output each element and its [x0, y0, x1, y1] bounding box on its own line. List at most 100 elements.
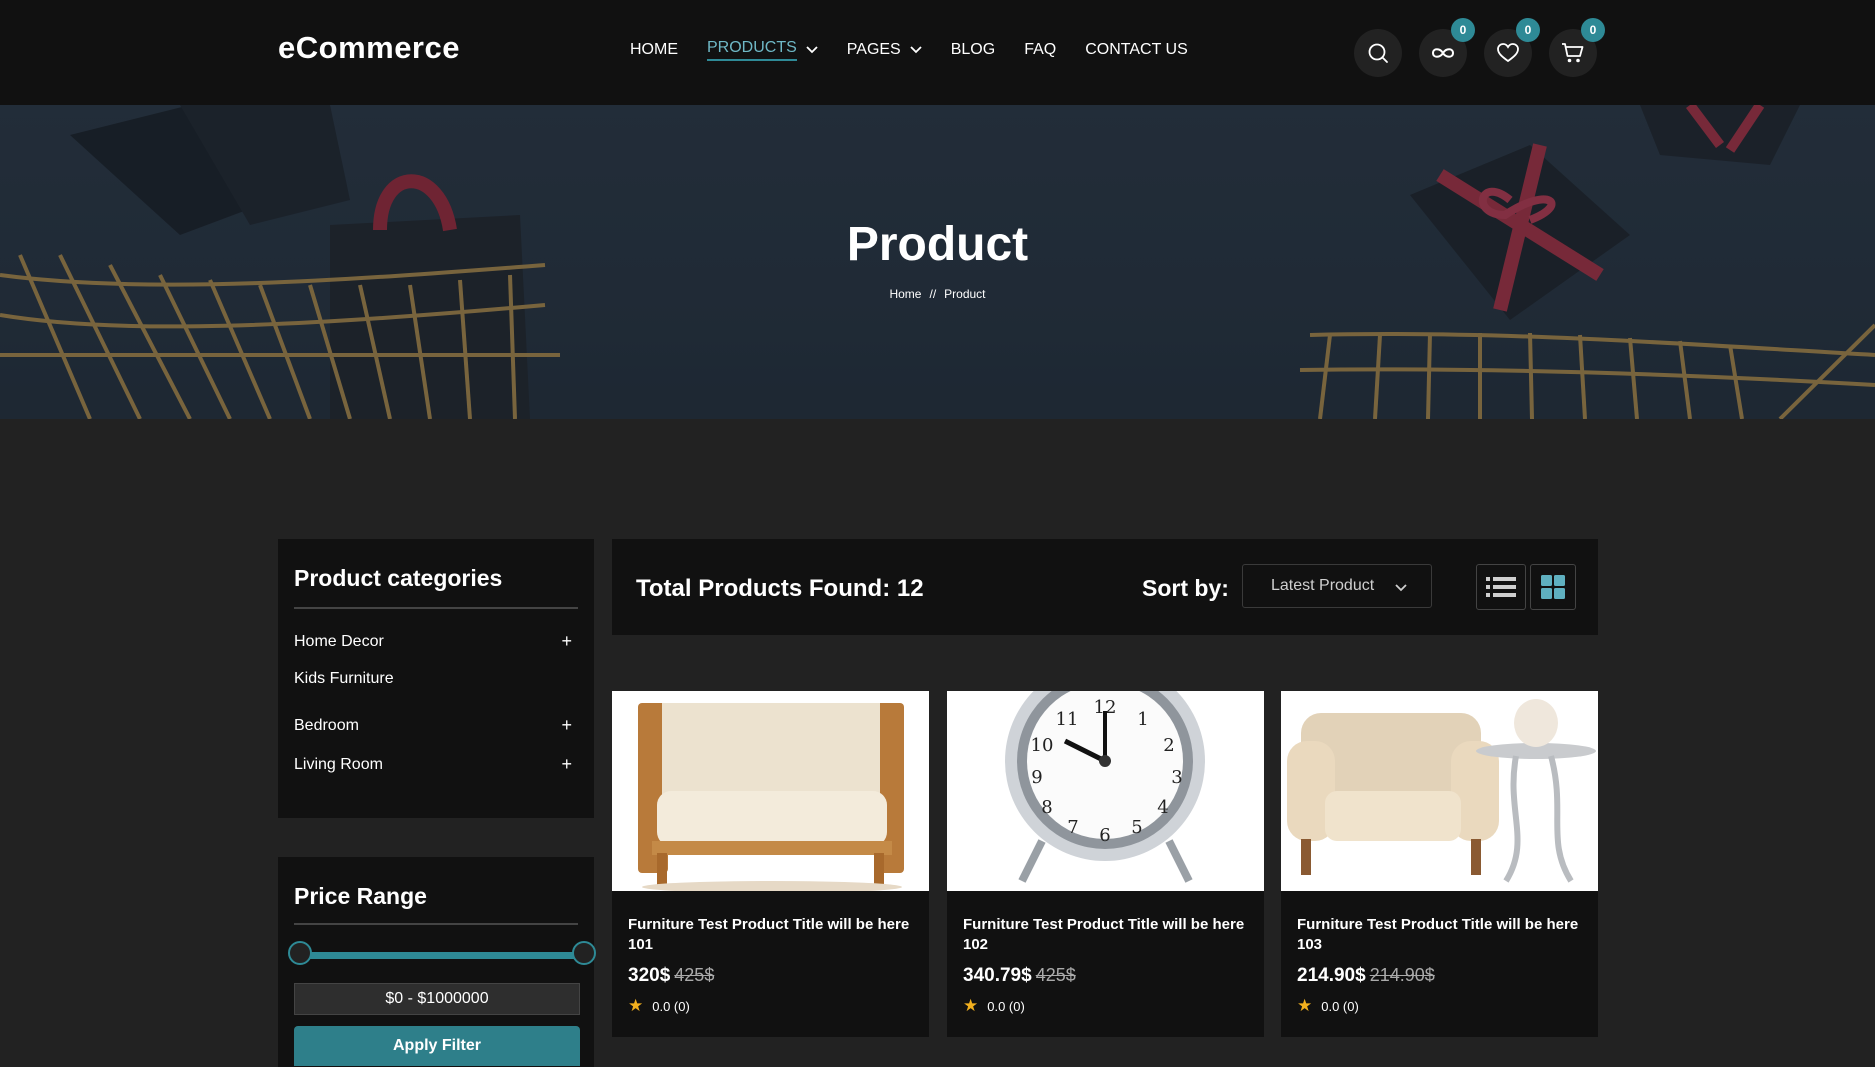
svg-text:8: 8 [1041, 797, 1052, 818]
wishlist-count-badge: 0 [1516, 18, 1540, 42]
price-slider-min-handle[interactable] [288, 941, 312, 965]
current-price: 340.79$ [963, 965, 1032, 986]
svg-text:6: 6 [1099, 825, 1110, 846]
product-rating: ★ 0.0 (0) [1297, 996, 1359, 1016]
product-categories-panel: Product categories Home Decor + Kids Fur… [278, 539, 594, 818]
product-title[interactable]: Furniture Test Product Title will be her… [963, 915, 1253, 955]
category-kids-furniture[interactable]: Kids Furniture [294, 670, 578, 688]
list-view-button[interactable] [1476, 564, 1526, 610]
site-logo[interactable]: eCommerce [278, 30, 460, 66]
svg-text:9: 9 [1031, 767, 1042, 788]
current-price: 320$ [628, 965, 671, 986]
product-image-alarm-clock[interactable]: 12 1 2 345 678 9 10 11 [947, 691, 1264, 891]
svg-text:10: 10 [1031, 735, 1054, 756]
nav-home[interactable]: HOME [630, 38, 678, 62]
site-header: eCommerce HOME PRODUCTS PAGES BLOG FAQ C… [0, 0, 1875, 105]
price-range-heading: Price Range [294, 883, 427, 909]
cart-icon [1562, 43, 1584, 63]
wishlist-button[interactable]: 0 [1484, 18, 1540, 77]
plus-icon[interactable]: + [561, 631, 572, 652]
svg-text:7: 7 [1067, 817, 1078, 838]
old-price: 425$ [674, 965, 715, 985]
product-image-sofa-chair[interactable] [1281, 691, 1598, 891]
nav-blog[interactable]: BLOG [951, 38, 995, 62]
price-slider-max-handle[interactable] [572, 941, 596, 965]
apply-filter-button[interactable]: Apply Filter [294, 1026, 580, 1066]
breadcrumb-home-link[interactable]: Home [889, 287, 921, 301]
plus-icon[interactable]: + [561, 754, 572, 775]
sort-selected-value: Latest Product [1271, 577, 1375, 594]
rating-value: 0.0 (0) [652, 998, 690, 1014]
product-title[interactable]: Furniture Test Product Title will be her… [1297, 915, 1587, 955]
header-actions: 0 0 0 [1354, 18, 1614, 77]
infinity-icon [1431, 48, 1455, 58]
breadcrumb-separator: // [929, 287, 937, 301]
old-price: 425$ [1035, 965, 1076, 985]
categories-heading: Product categories [294, 565, 503, 591]
current-price: 214.90$ [1297, 965, 1366, 986]
price-range-value: $0 - $1000000 [294, 983, 580, 1015]
svg-text:1: 1 [1137, 709, 1148, 730]
breadcrumb-current: Product [944, 287, 986, 301]
product-price: 214.90$ 214.90$ [1297, 965, 1435, 987]
chevron-down-icon [806, 46, 818, 54]
svg-text:5: 5 [1131, 817, 1142, 838]
total-products-count: Total Products Found: 12 [636, 575, 924, 602]
category-bedroom[interactable]: Bedroom + [294, 715, 578, 736]
products-toolbar: Total Products Found: 12 Sort by: Latest… [612, 539, 1598, 635]
nav-faq-label: FAQ [1024, 41, 1057, 58]
rating-value: 0.0 (0) [987, 998, 1025, 1014]
category-label: Living Room [294, 755, 383, 773]
cart-button[interactable]: 0 [1549, 18, 1605, 77]
svg-text:3: 3 [1171, 767, 1182, 788]
svg-text:11: 11 [1056, 709, 1079, 730]
star-icon: ★ [963, 996, 979, 1015]
nav-blog-label: BLOG [950, 41, 996, 58]
svg-text:2: 2 [1163, 735, 1174, 756]
nav-products-label: PRODUCTS [707, 39, 797, 61]
cart-count-badge: 0 [1581, 18, 1605, 42]
old-price: 214.90$ [1369, 965, 1435, 985]
star-icon: ★ [628, 996, 644, 1015]
price-range-panel: Price Range $0 - $1000000 Apply Filter [278, 857, 596, 1067]
nav-pages[interactable]: PAGES [847, 38, 922, 62]
nav-faq[interactable]: FAQ [1024, 38, 1056, 62]
grid-view-icon [1541, 575, 1565, 599]
page-title: Product [846, 218, 1029, 271]
compare-button[interactable]: 0 [1419, 18, 1475, 77]
product-title[interactable]: Furniture Test Product Title will be her… [628, 915, 918, 955]
product-rating: ★ 0.0 (0) [963, 996, 1025, 1016]
nav-pages-label: PAGES [846, 41, 901, 58]
chevron-down-icon [910, 46, 922, 54]
category-label: Home Decor [294, 632, 384, 650]
sort-label: Sort by: [1142, 575, 1229, 601]
category-home-decor[interactable]: Home Decor + [294, 631, 578, 652]
heart-icon [1497, 43, 1519, 63]
price-slider-track[interactable] [298, 952, 584, 959]
search-icon [1368, 43, 1388, 63]
product-rating: ★ 0.0 (0) [628, 996, 690, 1016]
grid-view-button[interactable] [1530, 564, 1576, 610]
search-button[interactable] [1354, 29, 1402, 77]
divider [294, 923, 578, 925]
product-card[interactable]: Furniture Test Product Title will be her… [1281, 691, 1598, 1037]
product-card[interactable]: Furniture Test Product Title will be her… [612, 691, 929, 1037]
product-price: 320$ 425$ [628, 965, 714, 987]
sort-select[interactable]: Latest Product [1242, 564, 1432, 608]
svg-text:4: 4 [1157, 797, 1168, 818]
category-label: Kids Furniture [294, 670, 394, 687]
compare-count-badge: 0 [1451, 18, 1475, 42]
chevron-down-icon [1395, 584, 1407, 592]
product-card[interactable]: 12 1 2 345 678 9 10 11 Furniture Test Produc… [947, 691, 1264, 1037]
plus-icon[interactable]: + [561, 715, 572, 736]
main-nav: HOME PRODUCTS PAGES BLOG FAQ CONTACT US [630, 38, 1217, 62]
nav-products[interactable]: PRODUCTS [707, 38, 818, 62]
nav-home-label: HOME [630, 41, 678, 58]
nav-contact-label: CONTACT US [1085, 41, 1188, 58]
star-icon: ★ [1297, 996, 1313, 1015]
category-living-room[interactable]: Living Room + [294, 754, 578, 775]
list-view-icon [1486, 577, 1516, 597]
nav-contact[interactable]: CONTACT US [1085, 38, 1188, 62]
hero-banner: Product Home // Product [0, 105, 1875, 419]
product-image-armchair[interactable] [612, 691, 929, 891]
